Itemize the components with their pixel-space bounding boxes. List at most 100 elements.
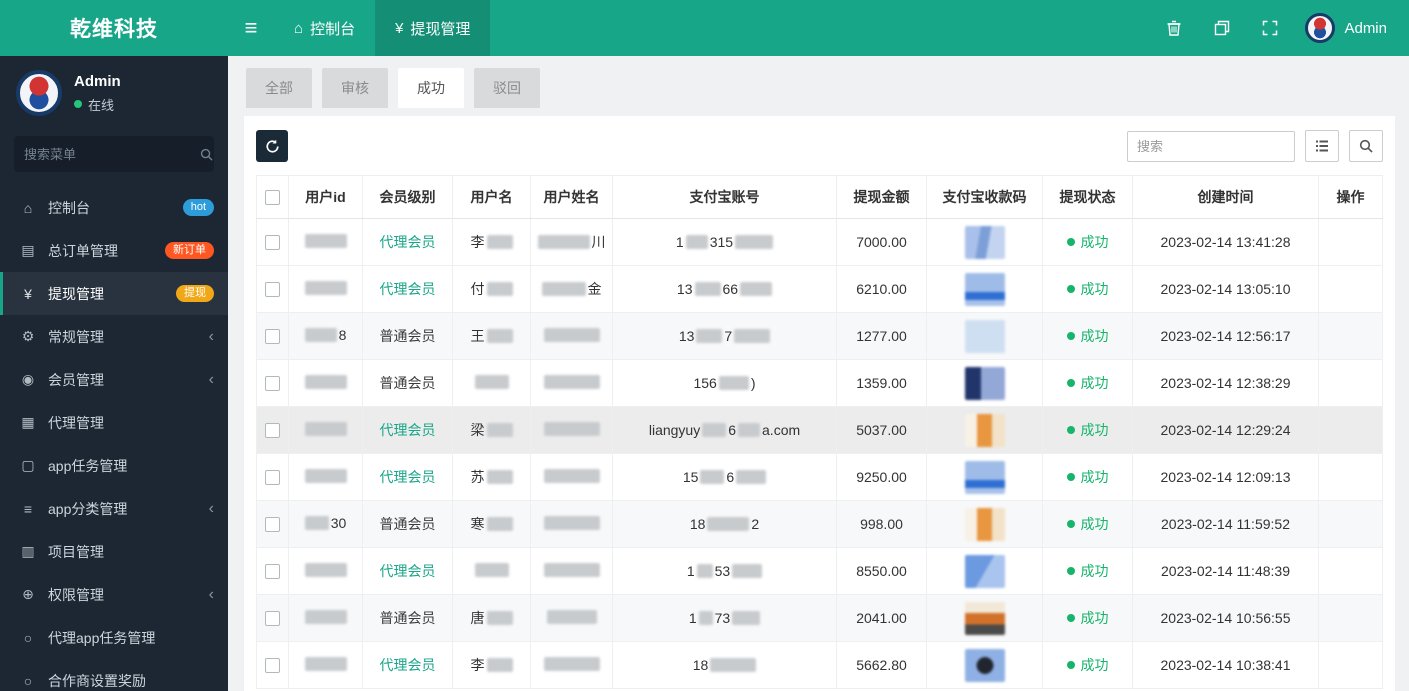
user-id-cell: 30 bbox=[304, 515, 346, 531]
cell-text: 15 bbox=[682, 469, 699, 485]
sidebar-badge: hot bbox=[182, 198, 214, 217]
trash-icon[interactable] bbox=[1165, 19, 1183, 37]
column-header: 会员级别 bbox=[362, 175, 453, 219]
user-fullname-cell: 川 bbox=[537, 232, 606, 252]
withdraw-icon: ¥ bbox=[395, 19, 404, 37]
row-checkbox[interactable] bbox=[265, 329, 280, 345]
redacted-text bbox=[735, 235, 774, 249]
admin-menu[interactable]: Admin bbox=[1305, 0, 1409, 56]
sidebar-item[interactable]: ≡ app分类管理 ‹ bbox=[0, 487, 228, 530]
alipay-qr-image[interactable] bbox=[964, 554, 1005, 588]
refresh-button[interactable] bbox=[256, 130, 288, 162]
withdraw-amount: 5037.00 bbox=[856, 422, 907, 438]
cell-text: 金 bbox=[587, 281, 602, 297]
sidebar-search-input[interactable] bbox=[24, 146, 200, 162]
alipay-qr-image[interactable] bbox=[964, 507, 1005, 541]
search-button[interactable] bbox=[1349, 130, 1383, 162]
alipay-qr-image[interactable] bbox=[964, 319, 1005, 353]
column-header: 提现金额 bbox=[836, 175, 927, 219]
created-time: 2023-02-14 10:38:41 bbox=[1160, 657, 1291, 673]
status-dot-icon bbox=[1066, 285, 1075, 293]
user-id-cell bbox=[304, 233, 347, 248]
row-checkbox[interactable] bbox=[265, 658, 280, 674]
alipay-qr-image[interactable] bbox=[964, 648, 1005, 682]
alipay-account-cell: liangyuy 6 a.com bbox=[649, 422, 800, 438]
alipay-qr-image[interactable] bbox=[964, 413, 1005, 447]
member-level: 普通会员 bbox=[379, 375, 436, 391]
alipay-qr-image[interactable] bbox=[964, 460, 1005, 494]
redacted-text bbox=[304, 421, 347, 436]
row-checkbox[interactable] bbox=[265, 517, 280, 533]
table-search-input[interactable] bbox=[1127, 130, 1295, 162]
actions-cell bbox=[1318, 594, 1383, 642]
permission-icon: ⊕ bbox=[22, 586, 34, 602]
cell-text: 付 bbox=[470, 281, 485, 297]
sidebar-item[interactable]: ⌂ 控制台 hot bbox=[0, 186, 228, 229]
table-row: 普通会员 唐 1 73 2041.00 成功 2023-02-14 10:56:5… bbox=[256, 594, 1383, 642]
row-checkbox[interactable] bbox=[265, 235, 280, 251]
redacted-text bbox=[736, 470, 767, 484]
redacted-text bbox=[474, 374, 509, 389]
sidebar-item-label: 控制台 bbox=[48, 199, 90, 216]
sidebar-item[interactable]: ▥ 项目管理 bbox=[0, 530, 228, 573]
sidebar-item[interactable]: ▦ 代理管理 bbox=[0, 401, 228, 444]
layers-icon[interactable] bbox=[1213, 19, 1231, 37]
row-checkbox[interactable] bbox=[265, 423, 280, 439]
row-checkbox[interactable] bbox=[265, 282, 280, 298]
sidebar-item[interactable]: ⊕ 权限管理 ‹ bbox=[0, 573, 228, 616]
withdraw-amount: 1359.00 bbox=[856, 375, 907, 391]
withdraw-amount: 7000.00 bbox=[856, 234, 907, 250]
alipay-qr-image[interactable] bbox=[964, 225, 1005, 259]
redacted-text bbox=[304, 374, 347, 389]
sidebar-item[interactable]: ○ 合作商设置奖励 bbox=[0, 659, 228, 691]
cell-text: 梁 bbox=[470, 422, 485, 438]
chevron-left-icon: ‹ bbox=[208, 499, 214, 517]
column-header: 用户id bbox=[288, 175, 363, 219]
content-card: 用户id会员级别用户名用户姓名支付宝账号提现金额支付宝收款码提现状态创建时间操作… bbox=[244, 116, 1395, 691]
hamburger-icon[interactable]: ≡ bbox=[228, 0, 274, 56]
row-checkbox[interactable] bbox=[265, 564, 280, 580]
columns-button[interactable] bbox=[1305, 130, 1339, 162]
search-icon bbox=[200, 148, 213, 161]
tab-item[interactable]: 驳回 bbox=[474, 68, 540, 108]
alipay-account-cell: 18 2 bbox=[690, 516, 759, 532]
username-cell: 付 bbox=[471, 279, 513, 299]
fullscreen-icon[interactable] bbox=[1261, 19, 1279, 37]
sidebar-menu: ⌂ 控制台 hot ▤ 总订单管理 新订单 ¥ 提现管理 提现 ⚙ 常规管理 ‹ ◉ 会员管理 ‹ ▦ 代理管理… bbox=[0, 186, 228, 691]
sidebar-item[interactable]: ◉ 会员管理 ‹ bbox=[0, 358, 228, 401]
redacted-text bbox=[710, 658, 757, 672]
redacted-text bbox=[543, 515, 600, 530]
withdraw-amount: 8550.00 bbox=[856, 563, 907, 579]
table-row: 30 普通会员 寒 18 2 998.00 成功 2023-02-14 11:59… bbox=[256, 500, 1383, 548]
member-level: 代理会员 bbox=[379, 281, 436, 297]
sidebar-item-label: 合作商设置奖励 bbox=[48, 672, 146, 689]
sidebar-item[interactable]: ▢ app任务管理 bbox=[0, 444, 228, 487]
alipay-qr-image[interactable] bbox=[964, 601, 1005, 635]
cell-text: 6 bbox=[728, 422, 737, 438]
sidebar-search bbox=[14, 136, 214, 172]
tab-item[interactable]: 全部 bbox=[246, 68, 312, 108]
topbar-nav-item[interactable]: ¥ 提现管理 bbox=[375, 0, 491, 56]
row-checkbox[interactable] bbox=[265, 470, 280, 486]
cell-text: 李 bbox=[470, 657, 485, 673]
username-cell: 唐 bbox=[471, 608, 513, 628]
tab-item[interactable]: 审核 bbox=[322, 68, 388, 108]
row-checkbox[interactable] bbox=[265, 611, 280, 627]
sidebar-item[interactable]: ○ 代理app任务管理 bbox=[0, 616, 228, 659]
username-cell bbox=[474, 562, 509, 577]
cell-text: 川 bbox=[591, 234, 606, 250]
tab-active[interactable]: 成功 bbox=[398, 68, 464, 108]
sidebar-item[interactable]: ¥ 提现管理 提现 bbox=[0, 272, 228, 315]
sidebar-item[interactable]: ▤ 总订单管理 新订单 bbox=[0, 229, 228, 272]
sidebar-item[interactable]: ⚙ 常规管理 ‹ bbox=[0, 315, 228, 358]
status-badge: 成功 bbox=[1066, 232, 1109, 252]
select-all-checkbox[interactable] bbox=[265, 190, 280, 206]
alipay-qr-image[interactable] bbox=[964, 272, 1005, 306]
user-fullname-cell bbox=[543, 468, 600, 483]
avatar bbox=[1305, 13, 1336, 43]
alipay-qr-image[interactable] bbox=[964, 366, 1005, 400]
row-checkbox[interactable] bbox=[265, 376, 280, 392]
user-fullname-cell bbox=[543, 656, 600, 671]
username-cell: 寒 bbox=[471, 514, 513, 534]
topbar-nav-item[interactable]: ⌂ 控制台 bbox=[274, 0, 375, 56]
